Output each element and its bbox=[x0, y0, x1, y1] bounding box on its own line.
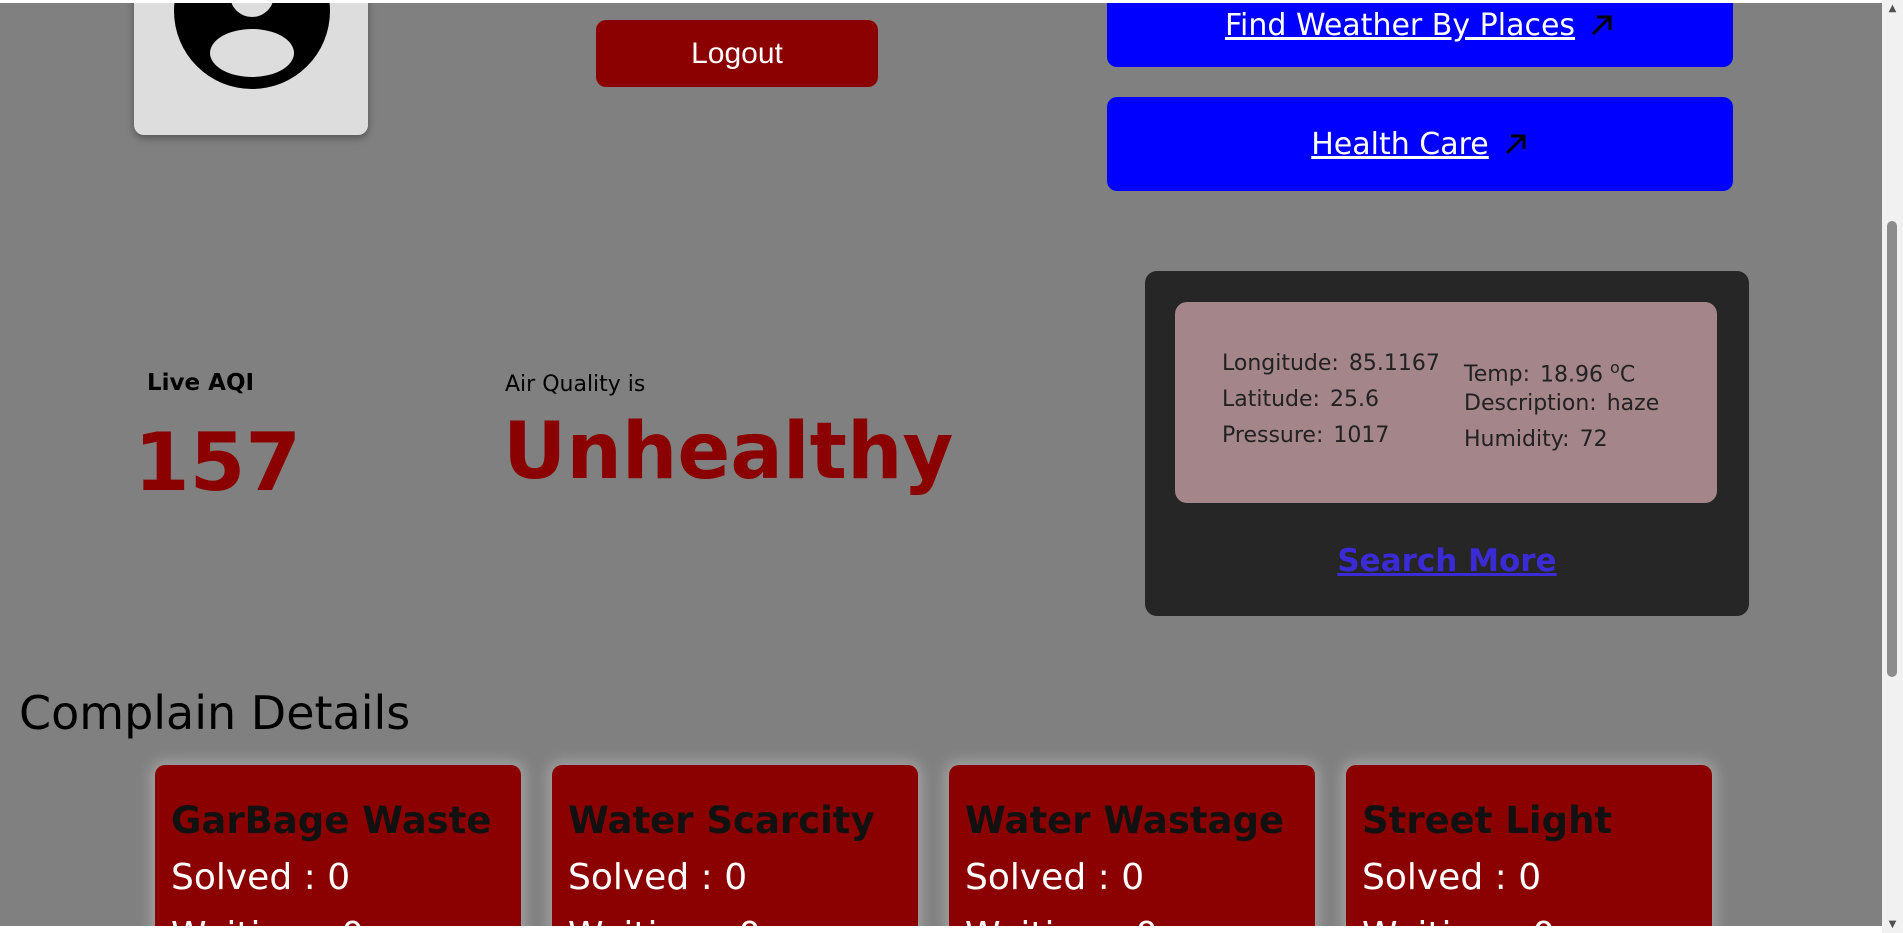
weather-coordinates-column: Longitude: 85.1167 Latitude: 25.6 Pressure… bbox=[1222, 350, 1440, 458]
temp-label: Temp: bbox=[1464, 362, 1531, 388]
scroll-up-arrow-icon[interactable]: ▲ bbox=[1882, 0, 1903, 17]
page-viewport: Logout Find Weather By Places Health Car… bbox=[0, 3, 1882, 926]
air-quality-status: Unhealthy bbox=[503, 407, 954, 497]
pressure-row: Pressure: 1017 bbox=[1222, 422, 1440, 458]
longitude-row: Longitude: 85.1167 bbox=[1222, 350, 1440, 386]
temp-row: Temp: 18.96 oC bbox=[1464, 354, 1659, 390]
complaint-card-title: Street Light bbox=[1362, 799, 1613, 842]
complaint-card-garbage[interactable]: GarBage Waste Solved : 0 Waiting : 0 bbox=[155, 765, 521, 926]
complaint-solved-count: Solved : 0 bbox=[1362, 857, 1542, 898]
complaint-waiting-count: Waiting : 0 bbox=[568, 915, 761, 926]
health-care-link[interactable]: Health Care bbox=[1107, 97, 1733, 191]
temp-unit: C bbox=[1619, 362, 1636, 388]
complaint-solved-count: Solved : 0 bbox=[568, 857, 748, 898]
complaint-card-title: Water Scarcity bbox=[568, 799, 875, 842]
pressure-label: Pressure: bbox=[1222, 423, 1324, 448]
live-aqi-label: Live AQI bbox=[147, 370, 255, 396]
air-quality-label: Air Quality is bbox=[505, 372, 646, 397]
humidity-value: 72 bbox=[1579, 427, 1608, 452]
complaint-solved-count: Solved : 0 bbox=[965, 857, 1145, 898]
logout-button[interactable]: Logout bbox=[596, 20, 878, 87]
scroll-down-arrow-icon[interactable]: ▼ bbox=[1882, 916, 1903, 933]
complaint-solved-count: Solved : 0 bbox=[171, 857, 351, 898]
weather-info-card: Longitude: 85.1167 Latitude: 25.6 Pressure… bbox=[1175, 302, 1717, 503]
latitude-value: 25.6 bbox=[1329, 387, 1379, 412]
complaint-card-water-scarcity[interactable]: Water Scarcity Solved : 0 Waiting : 0 bbox=[552, 765, 918, 926]
humidity-label: Humidity: bbox=[1464, 427, 1570, 452]
external-arrow-icon bbox=[1589, 12, 1615, 38]
search-more-link[interactable]: Search More bbox=[1145, 543, 1749, 579]
complaint-card-title: GarBage Waste bbox=[171, 799, 492, 842]
health-care-link-label: Health Care bbox=[1311, 126, 1489, 162]
latitude-row: Latitude: 25.6 bbox=[1222, 386, 1440, 422]
complaint-waiting-count: Waiting : 0 bbox=[1362, 915, 1555, 926]
humidity-row: Humidity: 72 bbox=[1464, 426, 1659, 462]
weather-conditions-column: Temp: 18.96 oC Description: haze Humidity:… bbox=[1464, 354, 1659, 462]
user-avatar-icon bbox=[174, 3, 330, 89]
temp-value: 18.96 bbox=[1540, 362, 1604, 388]
live-aqi-value: 157 bbox=[134, 416, 301, 509]
find-weather-link[interactable]: Find Weather By Places bbox=[1107, 3, 1733, 67]
weather-panel: Longitude: 85.1167 Latitude: 25.6 Pressure… bbox=[1145, 271, 1749, 616]
temp-degree: o bbox=[1610, 358, 1620, 377]
complaint-card-water-wastage[interactable]: Water Wastage Solved : 0 Waiting : 0 bbox=[949, 765, 1315, 926]
complaint-card-street-light[interactable]: Street Light Solved : 0 Waiting : 0 bbox=[1346, 765, 1712, 926]
complaint-card-title: Water Wastage bbox=[965, 799, 1285, 842]
pressure-value: 1017 bbox=[1333, 423, 1390, 448]
description-value: haze bbox=[1606, 391, 1660, 416]
complaint-waiting-count: Waiting : 0 bbox=[965, 915, 1158, 926]
latitude-label: Latitude: bbox=[1222, 387, 1320, 412]
longitude-value: 85.1167 bbox=[1348, 351, 1440, 376]
complaint-waiting-count: Waiting : 0 bbox=[171, 915, 364, 926]
longitude-label: Longitude: bbox=[1222, 351, 1339, 376]
description-row: Description: haze bbox=[1464, 390, 1659, 426]
external-arrow-icon bbox=[1503, 131, 1529, 157]
complain-details-heading: Complain Details bbox=[19, 686, 411, 740]
vertical-scrollbar[interactable]: ▲ ▼ bbox=[1882, 0, 1903, 933]
find-weather-link-label: Find Weather By Places bbox=[1224, 7, 1576, 43]
description-label: Description: bbox=[1464, 391, 1597, 416]
scrollbar-thumb[interactable] bbox=[1887, 221, 1897, 677]
avatar[interactable] bbox=[134, 3, 368, 135]
